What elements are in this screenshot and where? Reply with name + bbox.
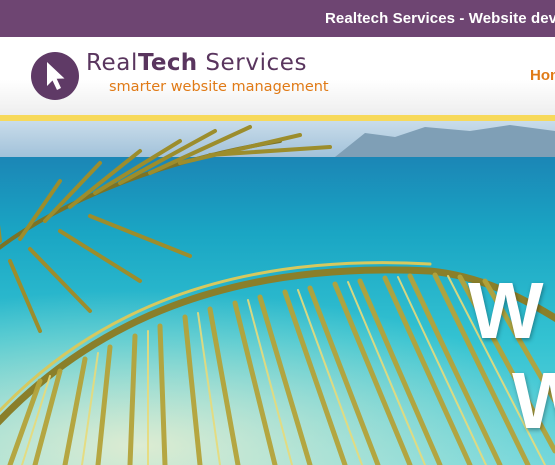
- cursor-arrow-circle-icon: [31, 52, 79, 100]
- logo-wordmark: RealTech Services: [86, 52, 307, 75]
- page: Realtech Services - Website development …: [0, 0, 555, 465]
- hero-banner: W W: [0, 121, 555, 465]
- hero-headline-line-2: W: [512, 356, 555, 445]
- nav-item-home[interactable]: Home: [530, 67, 555, 84]
- logo-tagline: smarter website management: [109, 79, 329, 95]
- top-bar: Realtech Services - Website development …: [0, 0, 555, 37]
- site-header: RealTech Services smarter website manage…: [0, 37, 555, 115]
- logo-name-bold: Tech: [137, 50, 198, 76]
- hero-headline-line-1: W: [468, 266, 544, 355]
- site-tagline-bar: Realtech Services - Website development …: [325, 10, 555, 27]
- logo-name-regular: Real: [86, 50, 138, 76]
- main-nav: Home: [530, 67, 555, 85]
- site-logo[interactable]: RealTech Services smarter website manage…: [30, 50, 329, 102]
- logo-name-suffix: Services: [197, 50, 308, 76]
